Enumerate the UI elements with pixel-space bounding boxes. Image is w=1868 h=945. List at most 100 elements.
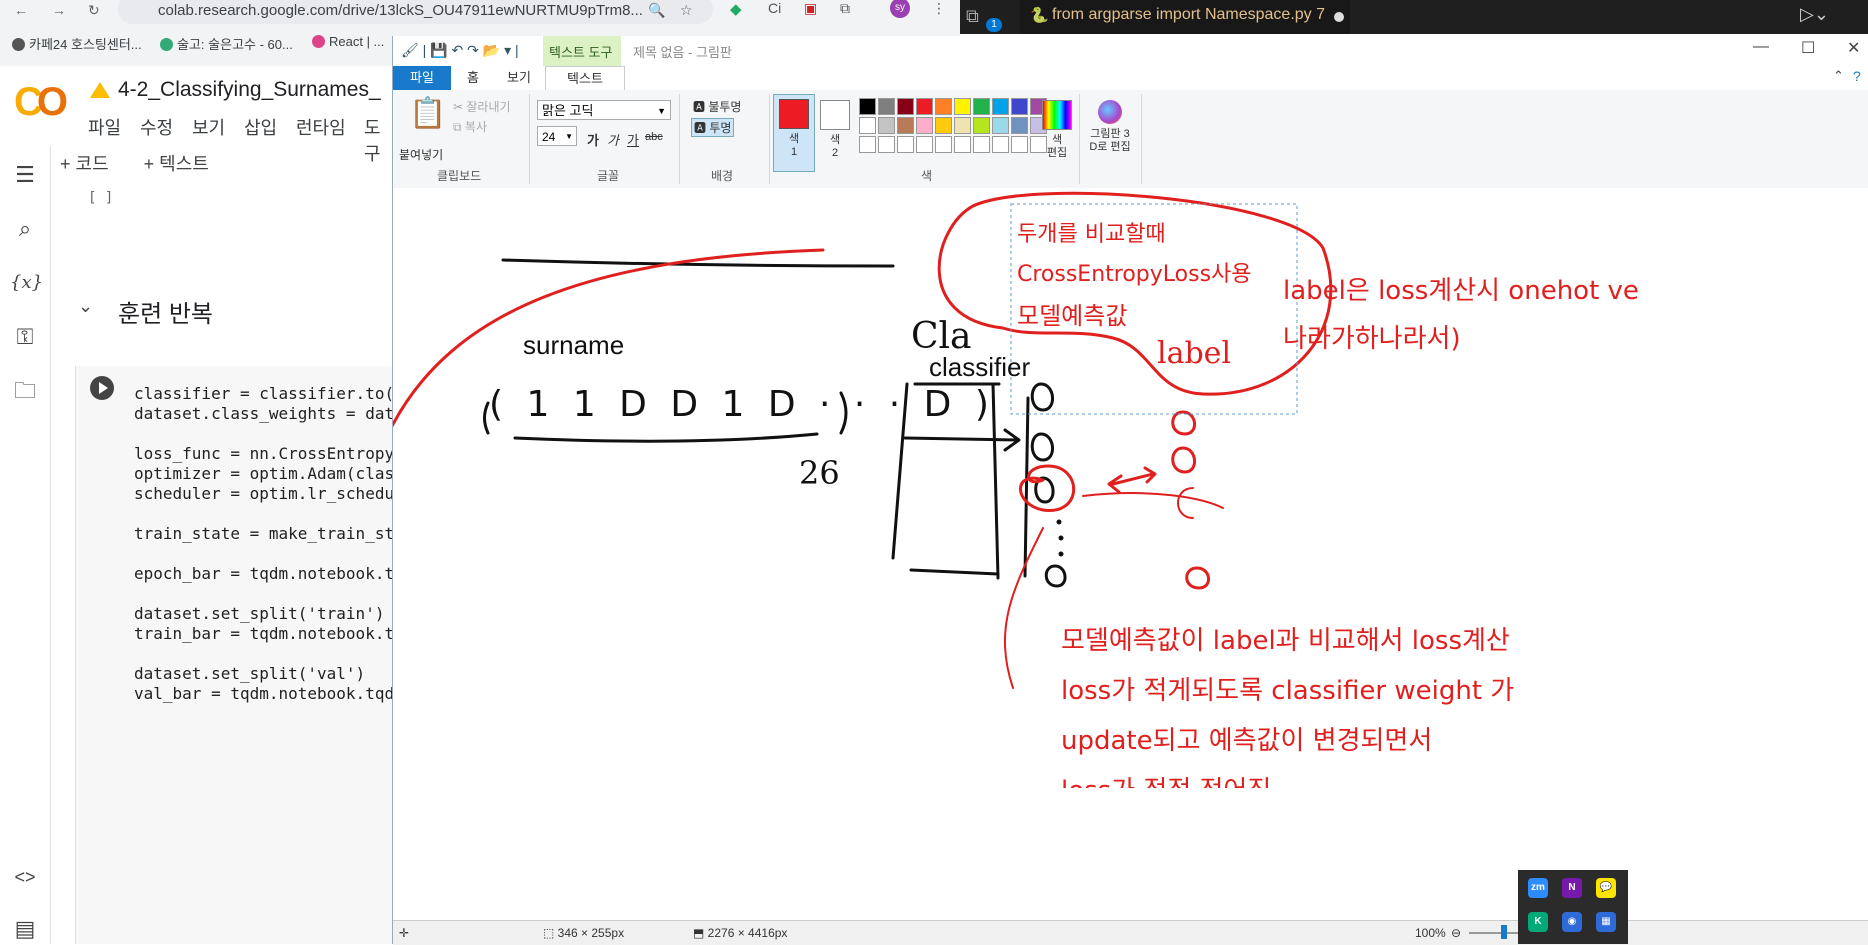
colab-logo[interactable]: CO xyxy=(14,80,68,125)
menu-file[interactable]: 파일 xyxy=(88,114,121,140)
code-line[interactable]: epoch_bar = tqdm.notebook.tqd xyxy=(134,564,413,583)
variables-icon[interactable]: {x} xyxy=(10,268,43,298)
palette-color-swatch[interactable] xyxy=(859,117,876,134)
palette-color-swatch[interactable] xyxy=(973,98,990,115)
palette-color-swatch[interactable] xyxy=(973,136,990,153)
tab-text[interactable]: 텍스트 xyxy=(545,66,625,91)
palette-color-swatch[interactable] xyxy=(859,136,876,153)
palette-color-swatch[interactable] xyxy=(878,98,895,115)
unsaved-dot-icon[interactable] xyxy=(1334,12,1344,22)
paint-canvas[interactable]: surname ( 1 1 D D 1 D · · · D ) 26 Cla c… xyxy=(393,188,1868,920)
key-icon[interactable]: ⚿ xyxy=(10,322,40,352)
cut-button[interactable]: ✂ 잘라내기 xyxy=(453,98,511,115)
explorer-icon[interactable]: ⧉ xyxy=(966,6,979,27)
palette-color-swatch[interactable] xyxy=(992,136,1009,153)
palette-color-swatch[interactable] xyxy=(916,98,933,115)
code-line[interactable]: dataset.class_weights = datas xyxy=(134,404,413,423)
url-text[interactable]: colab.research.google.com/drive/13lckS_O… xyxy=(158,2,643,19)
code-line[interactable]: dataset.set_split('val') xyxy=(134,664,365,683)
tab-view[interactable]: 보기 xyxy=(497,66,541,90)
extension-icon[interactable]: Ci xyxy=(768,0,781,16)
code-line[interactable]: optimizer = optim.Adam(classi xyxy=(134,464,413,483)
color2-selector[interactable]: 색 2 xyxy=(815,96,855,159)
italic-button[interactable]: 가 xyxy=(607,130,619,149)
palette-color-swatch[interactable] xyxy=(935,117,952,134)
color1-selector[interactable]: 색 1 xyxy=(773,94,815,172)
palette-color-swatch[interactable] xyxy=(1011,136,1028,153)
palette-color-swatch[interactable] xyxy=(916,136,933,153)
palette-color-swatch[interactable] xyxy=(973,117,990,134)
tab-file[interactable]: 파일 xyxy=(393,66,451,90)
toc-icon[interactable]: ☰ xyxy=(10,160,40,190)
menu-tools[interactable]: 도구 xyxy=(364,114,395,166)
menu-view[interactable]: 보기 xyxy=(192,114,225,140)
palette-color-swatch[interactable] xyxy=(859,98,876,115)
paste-icon[interactable]: 📋 xyxy=(409,96,446,131)
back-icon[interactable]: ← xyxy=(14,2,28,18)
palette-color-swatch[interactable] xyxy=(897,98,914,115)
palette-color-swatch[interactable] xyxy=(954,98,971,115)
menu-edit[interactable]: 수정 xyxy=(140,114,173,140)
reload-icon[interactable]: ↻ xyxy=(88,2,100,19)
quick-access-toolbar[interactable]: 🖌 | 💾 ↶ ↷ 📂 ▾ | xyxy=(401,42,519,59)
terminal-icon[interactable]: ▤ xyxy=(10,914,40,944)
menu-insert[interactable]: 삽입 xyxy=(244,114,277,140)
palette-color-swatch[interactable] xyxy=(1011,117,1028,134)
copy-button[interactable]: ⧉ 복사 xyxy=(453,118,487,135)
palette-color-swatch[interactable] xyxy=(992,98,1009,115)
paint3d-button[interactable]: 그림판 3 D로 편집 xyxy=(1083,96,1137,158)
code-snippets-icon[interactable]: <> xyxy=(10,862,40,892)
run-icon[interactable]: ▷⌄ xyxy=(1800,4,1829,25)
code-line[interactable]: val_bar = tqdm.notebook.tqdm( xyxy=(134,684,413,703)
zoom-app-icon[interactable]: zm xyxy=(1528,878,1548,898)
close-button[interactable]: ✕ xyxy=(1847,38,1860,58)
underline-button[interactable]: 가 xyxy=(627,130,639,149)
help-icon[interactable]: ? xyxy=(1853,68,1861,84)
onenote-icon[interactable]: N xyxy=(1562,878,1582,898)
profile-avatar[interactable]: sy xyxy=(890,0,910,18)
ribbon-collapse-icon[interactable]: ⌃ xyxy=(1833,68,1844,84)
palette-color-swatch[interactable] xyxy=(878,136,895,153)
transparent-button[interactable]: 🅰 투명 xyxy=(691,118,735,137)
add-text-button[interactable]: + 텍스트 xyxy=(144,154,209,174)
palette-color-swatch[interactable] xyxy=(897,136,914,153)
palette-color-swatch[interactable] xyxy=(954,136,971,153)
puzzle-icon[interactable]: ⧉ xyxy=(840,0,850,17)
palette-color-swatch[interactable] xyxy=(992,117,1009,134)
code-line[interactable]: loss_func = nn.CrossEntropyLo xyxy=(134,444,413,463)
bookmark-item[interactable]: React | ... xyxy=(312,34,384,49)
palette-color-swatch[interactable] xyxy=(935,136,952,153)
maximize-button[interactable]: ☐ xyxy=(1801,38,1815,58)
zoom-out-button[interactable]: ⊖ xyxy=(1451,926,1461,940)
strikethrough-button[interactable]: abc xyxy=(645,131,663,143)
bold-button[interactable]: 가 xyxy=(587,130,599,149)
code-line[interactable]: scheduler = optim.lr_schedule xyxy=(134,484,413,503)
more-icon[interactable]: ⋮ xyxy=(932,0,946,17)
editor-tab-label[interactable]: from argparse import Namespace.py 7 xyxy=(1052,6,1325,24)
camera-icon[interactable]: ◉ xyxy=(1562,912,1582,932)
font-family-select[interactable]: 맑은 고딕 ▼ xyxy=(537,100,671,120)
k-app-icon[interactable]: K xyxy=(1528,912,1548,932)
code-line[interactable]: train_bar = tqdm.notebook.tqd xyxy=(134,624,413,643)
bookmark-item[interactable]: 카페24 호스팅센터... xyxy=(12,34,142,53)
folder-icon[interactable]: 🗀 xyxy=(10,376,40,406)
palette-color-swatch[interactable] xyxy=(935,98,952,115)
edit-colors-button[interactable]: 색 편집 xyxy=(1039,96,1075,159)
kakaotalk-icon[interactable]: 💬 xyxy=(1596,878,1616,898)
extension-icon[interactable]: ◆ xyxy=(730,0,742,18)
palette-color-swatch[interactable] xyxy=(897,117,914,134)
bookmark-item[interactable]: 술고: 술은고수 - 60... xyxy=(160,34,293,53)
zoom-icon[interactable]: 🔍 xyxy=(648,2,665,19)
star-icon[interactable]: ☆ xyxy=(680,2,693,19)
run-cell-button[interactable] xyxy=(90,376,114,400)
menu-runtime[interactable]: 런타임 xyxy=(296,114,346,140)
code-line[interactable]: train_state = make_train_stat xyxy=(134,524,413,543)
grid-app-icon[interactable]: ▦ xyxy=(1596,912,1616,932)
opaque-button[interactable]: 🅰 불투명 xyxy=(693,98,741,115)
palette-color-swatch[interactable] xyxy=(916,117,933,134)
zoom-slider-thumb[interactable] xyxy=(1501,925,1507,939)
palette-color-swatch[interactable] xyxy=(1011,98,1028,115)
code-line[interactable]: dataset.set_split('train') xyxy=(134,604,384,623)
tab-home[interactable]: 홈 xyxy=(453,66,493,90)
code-line[interactable]: classifier = classifier.to(ar xyxy=(134,384,413,403)
